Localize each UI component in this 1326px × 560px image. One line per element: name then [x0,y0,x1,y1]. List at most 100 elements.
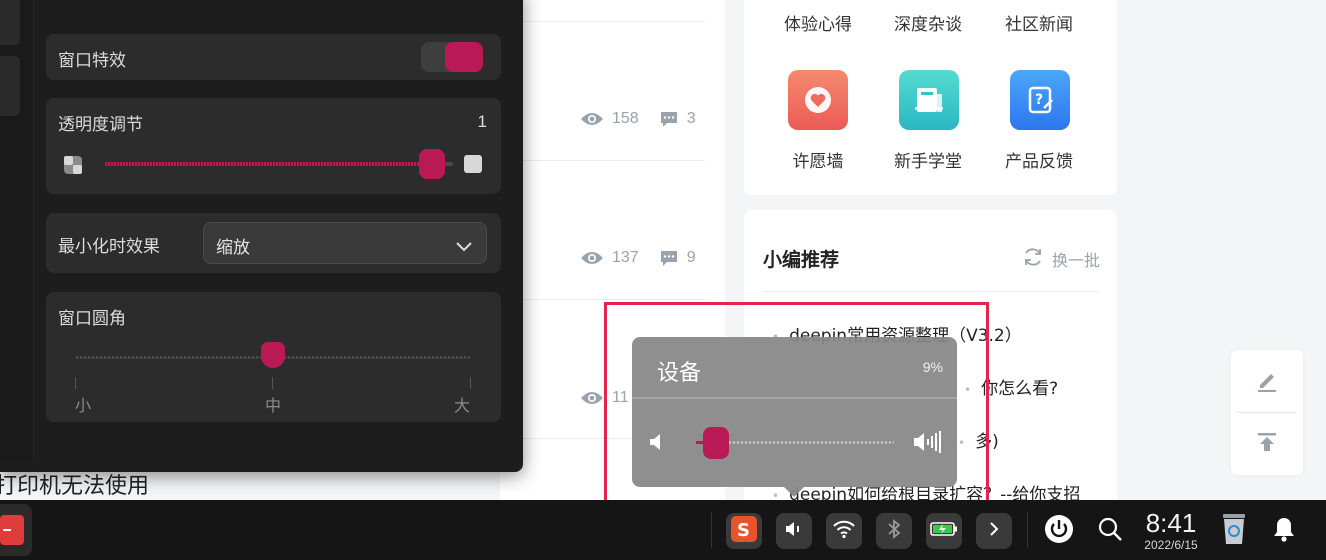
sogou-input-button[interactable]: S [726,513,762,549]
transparency-slider-fill [105,162,433,166]
wifi-button[interactable] [826,513,862,549]
volume-device-title: 设备 [657,361,702,386]
tick-label-medium: 中 [265,396,282,415]
minimize-effect-value: 缩放 [216,238,250,258]
arrow-up-to-top-icon [1255,430,1279,458]
volume-max-icon[interactable] [912,430,942,458]
side-nav-item[interactable] [0,0,20,45]
category-news[interactable]: 社区新闻 [984,10,1094,35]
feed-divider [520,160,705,161]
transparency-slider-track[interactable] [105,162,453,166]
sogou-input-icon: S [731,516,757,546]
volume-slider-handle[interactable] [702,427,729,459]
transparency-row: 透明度调节 1 [46,98,501,194]
window-corner-label: 窗口圆角 [58,309,126,329]
side-nav [0,0,34,460]
eye-icon [580,111,604,127]
popup-divider [632,397,957,399]
minimize-effect-select[interactable]: 缩放 [203,222,487,264]
category-wish-wall[interactable]: 许愿墙 [763,147,873,172]
notification-button[interactable] [1266,513,1302,549]
tray-separator [711,512,712,548]
transparent-checker-icon [64,156,82,178]
power-icon [1044,514,1074,548]
view-count: 137 [612,249,639,266]
volume-popup: 设备 9% [632,337,957,487]
dock-taskbar: S [0,500,1326,560]
volume-percent: 9% [922,359,943,375]
battery-button[interactable] [926,513,962,549]
eye-icon [580,250,604,266]
launcher-button[interactable] [0,504,32,556]
minimize-effect-label: 最小化时效果 [58,237,160,257]
volume-button[interactable] [776,513,812,549]
transparency-value: 1 [477,112,487,131]
transparency-label: 透明度调节 [58,115,143,135]
window-effects-label: 窗口特效 [58,51,126,71]
feed-divider [520,21,705,22]
refresh-button[interactable]: 换一批 [1022,246,1100,272]
feed-divider [520,299,705,300]
book-icon[interactable] [899,70,959,130]
transparency-slider-handle[interactable] [419,149,446,179]
side-nav-item[interactable] [0,56,20,116]
wifi-icon [832,519,856,543]
search-button[interactable] [1092,513,1128,549]
category-newbie-school[interactable]: 新手学堂 [873,147,983,172]
minimize-effect-row: 最小化时效果 缩放 [46,213,501,273]
feedback-icon[interactable]: ? [1010,70,1070,130]
bluetooth-button[interactable] [876,513,912,549]
recommend-divider [763,291,1099,292]
category-experience[interactable]: 体验心得 [763,10,873,35]
tick-mark [272,377,273,389]
bluetooth-icon [886,518,902,544]
window-corner-row: 窗口圆角 小 中 大 [46,292,501,422]
expand-arrow-icon [988,521,1000,541]
app-icon [0,515,24,545]
clock-time[interactable]: 8:41 [1140,508,1202,539]
tick-mark [75,377,76,389]
chevron-down-icon [456,237,472,256]
search-icon [1097,516,1123,546]
bell-icon [1272,516,1296,546]
eye-icon [580,390,604,406]
trash-button[interactable] [1216,513,1252,549]
floating-toolbar [1231,350,1303,475]
toolbar-divider [1237,412,1297,413]
expand-tray-button[interactable] [976,513,1012,549]
edit-button[interactable] [1231,352,1303,412]
comment-count: 3 [686,110,696,127]
view-count: 158 [612,110,639,127]
refresh-icon [1022,246,1044,272]
svg-text:?: ? [1035,92,1043,108]
power-button[interactable] [1041,513,1077,549]
category-product-feedback[interactable]: 产品反馈 [984,147,1094,172]
comment-icon [659,249,679,267]
clock-date[interactable]: 2022/6/15 [1136,538,1206,552]
heart-icon[interactable] [788,70,848,130]
tick-mark [470,377,471,389]
post-stats: 158 3 [580,110,696,128]
volume-icon [784,520,804,542]
toggle-knob [445,42,483,72]
opaque-square-icon [464,155,482,177]
pencil-icon [1254,367,1280,397]
trash-icon [1220,512,1248,550]
recommend-title: 小编推荐 [763,249,840,271]
tick-label-small: 小 [75,396,92,415]
post-stats: 137 9 [580,249,696,267]
window-effects-row: 窗口特效 [46,34,501,80]
comment-icon [659,110,679,128]
category-chat[interactable]: 深度杂谈 [873,10,983,35]
volume-mute-icon[interactable] [648,432,666,456]
post-title-fragment[interactable]: 打印机无法使用 [0,468,149,500]
refresh-label: 换一批 [1052,251,1101,270]
window-effects-toggle[interactable] [421,42,483,72]
svg-text:S: S [737,520,750,541]
battery-icon [930,521,958,541]
comment-count: 9 [686,249,696,266]
control-center-personalization-panel: 窗口特效 透明度调节 1 最小化时效果 缩放 窗口圆角 小 中 大 [0,0,523,472]
corner-slider-handle[interactable] [260,342,285,368]
back-to-top-button[interactable] [1231,414,1303,474]
popup-pointer [784,487,804,497]
